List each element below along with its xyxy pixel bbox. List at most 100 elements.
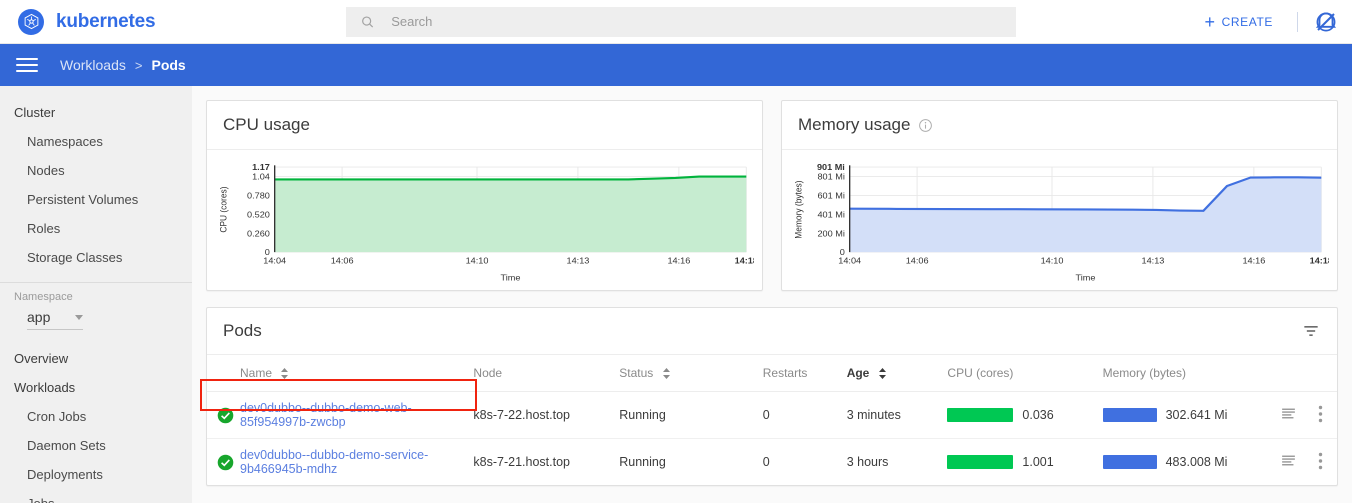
sidebar-item-jobs[interactable]: Jobs <box>0 489 192 503</box>
brand-name: kubernetes <box>56 10 156 32</box>
svg-text:14:16: 14:16 <box>667 256 690 266</box>
th-restarts: Restarts <box>762 355 847 392</box>
namespace-select[interactable]: app <box>27 309 83 330</box>
pod-name-link[interactable]: dev0dubbo--dubbo-demo-web-85f954997b-zwc… <box>240 401 412 429</box>
svg-text:14:13: 14:13 <box>1142 256 1165 266</box>
row-name-cell: dev0dubbo--dubbo-demo-web-85f954997b-zwc… <box>240 391 474 439</box>
filter-icon[interactable] <box>1301 321 1321 341</box>
sidebar-item-namespaces[interactable]: Namespaces <box>0 127 192 156</box>
sidebar-item-roles[interactable]: Roles <box>0 214 192 243</box>
sidebar-item-persistent-volumes[interactable]: Persistent Volumes <box>0 185 192 214</box>
th-age-label: Age <box>846 366 870 380</box>
cpu-value: 1.001 <box>1022 455 1054 469</box>
sidebar-group-workloads: Workloads <box>14 380 76 395</box>
more-vertical-icon[interactable] <box>1318 405 1323 423</box>
table-row[interactable]: dev0dubbo--dubbo-demo-service-9b466945b-… <box>207 439 1337 486</box>
svg-text:CPU (cores): CPU (cores) <box>218 186 228 232</box>
th-menu <box>1309 355 1337 392</box>
svg-text:Time: Time <box>501 273 521 283</box>
row-menu-cell <box>1309 391 1337 439</box>
breadcrumb-parent[interactable]: Workloads <box>60 57 126 73</box>
info-circle-icon[interactable] <box>918 118 933 133</box>
sidebar-item-daemon-sets[interactable]: Daemon Sets <box>0 431 192 460</box>
pods-table: Name Node Status Restarts Age CPU (cores… <box>207 355 1337 485</box>
check-circle-icon <box>217 454 234 470</box>
svg-text:0.260: 0.260 <box>247 229 270 239</box>
svg-text:14:13: 14:13 <box>567 256 590 266</box>
svg-text:14:06: 14:06 <box>331 256 354 266</box>
charts-row: CPU usage 0 0.260 0.520 0.780 1.04 1.17 14:04 1… <box>206 100 1338 291</box>
top-bar: kubernetes + CREATE <box>0 0 1352 44</box>
sidebar: Cluster Namespaces Nodes Persistent Volu… <box>0 86 192 503</box>
th-status[interactable]: Status <box>619 355 763 392</box>
cpu-usage-card: CPU usage 0 0.260 0.520 0.780 1.04 1.17 14:04 1… <box>206 100 763 291</box>
th-status-icon <box>207 355 240 392</box>
row-menu-cell <box>1310 439 1337 486</box>
table-row[interactable]: dev0dubbo--dubbo-demo-web-85f954997b-zwc… <box>207 391 1337 439</box>
sidebar-item-deployments[interactable]: Deployments <box>0 460 192 489</box>
search-input[interactable] <box>391 14 1002 29</box>
create-button[interactable]: + CREATE <box>1196 9 1281 35</box>
th-name[interactable]: Name <box>240 355 474 392</box>
row-status-cell: Running <box>619 391 763 439</box>
table-header-row: Name Node Status Restarts Age CPU (cores… <box>207 355 1337 392</box>
svg-text:14:16: 14:16 <box>1242 256 1265 266</box>
th-age[interactable]: Age <box>846 355 948 392</box>
row-logs-cell <box>1272 439 1309 486</box>
row-node-cell: k8s-7-22.host.top <box>473 391 620 439</box>
search-icon <box>362 15 374 27</box>
memory-bar <box>1102 455 1157 469</box>
svg-text:14:06: 14:06 <box>906 256 929 266</box>
divider <box>1297 12 1298 32</box>
sidebar-item-nodes[interactable]: Nodes <box>0 156 192 185</box>
th-memory: Memory (bytes) <box>1102 355 1273 392</box>
check-circle-icon <box>217 407 234 423</box>
memory-value: 483.008 Mi <box>1165 455 1228 469</box>
logs-icon[interactable] <box>1280 452 1297 469</box>
row-logs-cell <box>1272 391 1310 439</box>
svg-text:901 Mi: 901 Mi <box>817 163 845 173</box>
row-name-cell: dev0dubbo--dubbo-demo-service-9b466945b-… <box>240 439 473 486</box>
sidebar-item-storage-classes[interactable]: Storage Classes <box>0 243 192 272</box>
cpu-card-title: CPU usage <box>223 115 310 134</box>
svg-text:14:04: 14:04 <box>263 256 286 266</box>
create-button-label: CREATE <box>1221 15 1273 29</box>
svg-text:0.520: 0.520 <box>247 210 270 220</box>
th-status-label: Status <box>619 366 654 380</box>
logs-icon[interactable] <box>1280 405 1297 422</box>
topbar-actions: + CREATE <box>1196 0 1338 44</box>
svg-text:1.17: 1.17 <box>252 163 270 173</box>
plus-icon: + <box>1204 12 1216 32</box>
chevron-down-icon <box>75 314 83 320</box>
th-cpu: CPU (cores) <box>947 355 1103 392</box>
svg-text:14:18: 14:18 <box>1310 256 1329 266</box>
sidebar-item-cron-jobs[interactable]: Cron Jobs <box>0 402 192 431</box>
svg-text:801 Mi: 801 Mi <box>817 172 844 182</box>
row-memory-cell: 483.008 Mi <box>1102 439 1273 486</box>
cpu-chart: 0 0.260 0.520 0.780 1.04 1.17 14:04 14:06 14:10 1… <box>207 150 762 290</box>
hamburger-menu-icon[interactable] <box>16 54 38 76</box>
search-bar[interactable] <box>346 6 1016 37</box>
svg-text:200 Mi: 200 Mi <box>817 229 844 239</box>
svg-text:14:10: 14:10 <box>466 256 489 266</box>
row-age-cell: 3 minutes <box>846 391 948 439</box>
brand[interactable]: kubernetes <box>0 8 330 35</box>
sidebar-group-cluster: Cluster <box>14 105 56 120</box>
memory-value: 302.641 Mi <box>1165 408 1228 422</box>
pod-name-link[interactable]: dev0dubbo--dubbo-demo-service-9b466945b-… <box>240 448 428 476</box>
row-cpu-cell: 0.036 <box>947 391 1103 439</box>
memory-chart: 0 200 Mi 401 Mi 601 Mi 801 Mi 901 Mi 14:04 14:0… <box>782 150 1337 290</box>
pods-card-header: Pods <box>207 308 1337 355</box>
sidebar-divider <box>0 282 192 283</box>
sort-arrows-icon <box>281 368 289 380</box>
more-vertical-icon[interactable] <box>1318 452 1323 470</box>
pods-table-head: Name Node Status Restarts Age CPU (cores… <box>207 355 1337 392</box>
namespace-value: app <box>27 309 51 325</box>
pods-card-title: Pods <box>223 321 262 340</box>
notifications-off-icon[interactable] <box>1314 10 1338 34</box>
sidebar-item-overview[interactable]: Overview <box>0 344 192 373</box>
memory-chart-svg: 0200 Mi401 Mi601 Mi801 Mi901 Mi14:04 14:0… <box>793 163 1329 283</box>
svg-text:601 Mi: 601 Mi <box>817 191 844 201</box>
row-status-cell: Running <box>619 455 666 469</box>
